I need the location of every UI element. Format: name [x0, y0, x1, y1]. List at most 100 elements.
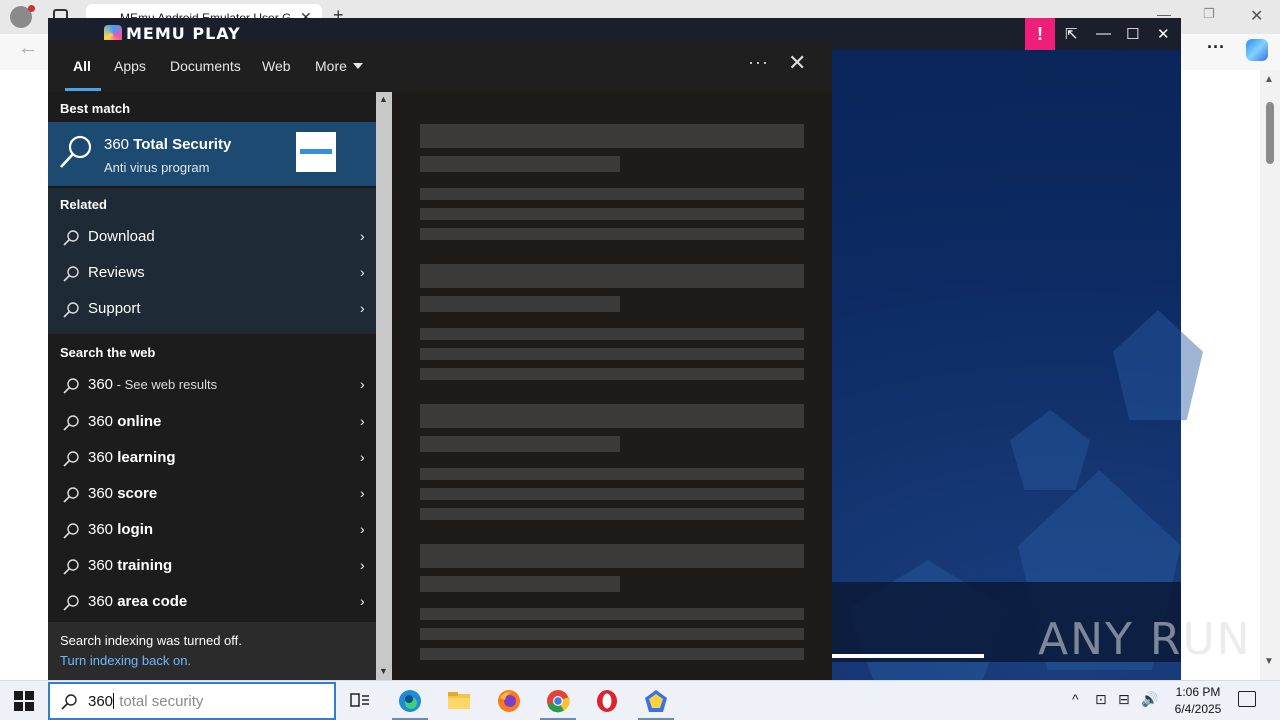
decor-pentagon	[1010, 410, 1090, 490]
notification-center-icon[interactable]	[1238, 691, 1256, 707]
tab-documents[interactable]: Documents	[170, 58, 241, 74]
related-item-download[interactable]: Download ›	[48, 220, 376, 256]
scroll-down-arrow-icon[interactable]: ▼	[379, 666, 388, 676]
loading-placeholder	[420, 208, 804, 220]
tab-web[interactable]: Web	[262, 58, 291, 74]
windows-start-icon[interactable]	[14, 691, 34, 711]
active-tab-indicator	[65, 88, 101, 91]
search-filter-tabs: All Apps Documents Web More ··· ✕	[48, 40, 832, 92]
best-match-title-prefix: 360	[104, 136, 134, 153]
best-match-title-bold: Total Security	[133, 136, 232, 153]
system-clock[interactable]: 1:06 PM 6/4/2025	[1168, 684, 1228, 718]
profile-notification-dot	[28, 5, 35, 12]
loading-placeholder	[420, 264, 804, 288]
loading-placeholder	[420, 124, 804, 148]
scroll-up-arrow-icon[interactable]: ▲	[1264, 74, 1274, 85]
scroll-up-arrow-icon[interactable]: ▲	[379, 94, 388, 104]
chevron-down-icon	[352, 63, 363, 69]
text-caret	[113, 693, 115, 709]
web-result-label: 360 learning	[88, 449, 176, 466]
edge-browser-icon[interactable]	[397, 688, 423, 714]
search-results-list: Best match 360 Total Security Anti virus…	[48, 92, 376, 680]
result-preview-pane	[392, 92, 832, 680]
web-result-prefix: 360	[88, 593, 118, 610]
tab-more-label: More	[315, 58, 347, 74]
chevron-right-icon[interactable]: ›	[360, 300, 365, 316]
scroll-down-arrow-icon[interactable]: ▼	[1264, 656, 1274, 667]
chevron-right-icon[interactable]: ›	[360, 593, 365, 609]
indexing-notice-text: Search indexing was turned off.	[60, 633, 242, 648]
related-item-label: Support	[88, 300, 141, 317]
chevron-right-icon[interactable]: ›	[360, 264, 365, 280]
results-scrollbar[interactable]: ▲ ▼	[376, 92, 392, 680]
search-icon	[63, 559, 79, 575]
related-item-label: Reviews	[88, 264, 145, 281]
web-result-bold: area code	[117, 593, 188, 610]
opera-icon[interactable]	[594, 688, 620, 714]
chevron-right-icon[interactable]: ›	[360, 521, 365, 537]
firefox-icon[interactable]	[496, 688, 522, 714]
volume-icon[interactable]: 🔊	[1141, 691, 1158, 708]
loading-placeholder	[420, 576, 620, 592]
browser-restore-button[interactable]: ❐	[1203, 6, 1215, 22]
web-result-item[interactable]: 360 learning ›	[48, 441, 376, 477]
web-result-item[interactable]: 360 - See web results ›	[48, 368, 376, 404]
chevron-right-icon[interactable]: ›	[360, 228, 365, 244]
network-icon[interactable]: ⊟	[1118, 691, 1130, 708]
loading-placeholder	[420, 404, 804, 428]
search-icon	[63, 523, 79, 539]
best-match-heading: Best match	[60, 101, 131, 116]
loading-placeholder	[420, 508, 804, 520]
web-result-prefix: 360	[88, 485, 118, 502]
chevron-right-icon[interactable]: ›	[360, 485, 365, 501]
show-hidden-icons-icon[interactable]: ^	[1072, 691, 1079, 707]
chevron-right-icon[interactable]: ›	[360, 413, 365, 429]
web-result-label: 360 area code	[88, 593, 187, 610]
web-result-prefix: 360	[88, 376, 114, 393]
web-result-suffix: - See web results	[113, 377, 218, 392]
web-result-item[interactable]: 360 online ›	[48, 405, 376, 441]
search-typed-text: 360	[88, 693, 114, 710]
search-icon	[63, 451, 79, 467]
memu-app-icon[interactable]	[643, 688, 669, 714]
related-item-support[interactable]: Support ›	[48, 292, 376, 328]
taskbar-search-input[interactable]: 360 total security	[48, 682, 336, 720]
copilot-icon[interactable]	[1246, 39, 1268, 61]
task-view-icon[interactable]	[347, 688, 373, 714]
browser-close-button[interactable]: ✕	[1250, 6, 1263, 26]
search-close-button[interactable]: ✕	[788, 50, 806, 76]
chevron-right-icon[interactable]: ›	[360, 376, 365, 392]
file-explorer-icon[interactable]	[446, 688, 472, 714]
chevron-right-icon[interactable]: ›	[360, 449, 365, 465]
back-arrow-icon[interactable]: ←	[18, 37, 38, 60]
web-result-prefix: 360	[88, 413, 118, 430]
page-scrollbar[interactable]: ▲ ▼	[1260, 70, 1280, 680]
memu-minimize-button[interactable]: —	[1096, 25, 1111, 42]
search-options-button[interactable]: ···	[748, 52, 769, 73]
best-match-result[interactable]: 360 Total Security Anti virus program	[48, 122, 376, 186]
web-result-item[interactable]: 360 score ›	[48, 477, 376, 513]
loading-placeholder	[420, 328, 804, 340]
web-result-item[interactable]: 360 area code ›	[48, 585, 376, 621]
memu-maximize-button[interactable]: ☐	[1126, 25, 1139, 43]
turn-indexing-on-link[interactable]: Turn indexing back on.	[60, 653, 191, 668]
web-result-prefix: 360	[88, 557, 118, 574]
memu-expand-icon[interactable]: ⇱	[1065, 25, 1078, 43]
web-result-item[interactable]: 360 login ›	[48, 513, 376, 549]
chrome-icon[interactable]	[545, 688, 571, 714]
memu-close-button[interactable]: ✕	[1157, 25, 1170, 43]
browser-menu-button[interactable]: ···	[1207, 37, 1225, 58]
memu-alert-icon[interactable]: !	[1025, 18, 1055, 50]
tab-more[interactable]: More	[315, 58, 363, 74]
web-result-prefix: 360	[88, 449, 118, 466]
page-scrollbar-thumb[interactable]	[1266, 102, 1274, 164]
tab-apps[interactable]: Apps	[114, 58, 146, 74]
related-item-reviews[interactable]: Reviews ›	[48, 256, 376, 292]
tab-all[interactable]: All	[73, 58, 91, 74]
loading-placeholder	[420, 368, 804, 380]
chevron-right-icon[interactable]: ›	[360, 557, 365, 573]
meet-now-icon[interactable]: ⊡	[1095, 691, 1107, 708]
web-result-bold: score	[117, 485, 158, 502]
web-result-label: 360 training	[88, 557, 172, 574]
web-result-item[interactable]: 360 training ›	[48, 549, 376, 585]
